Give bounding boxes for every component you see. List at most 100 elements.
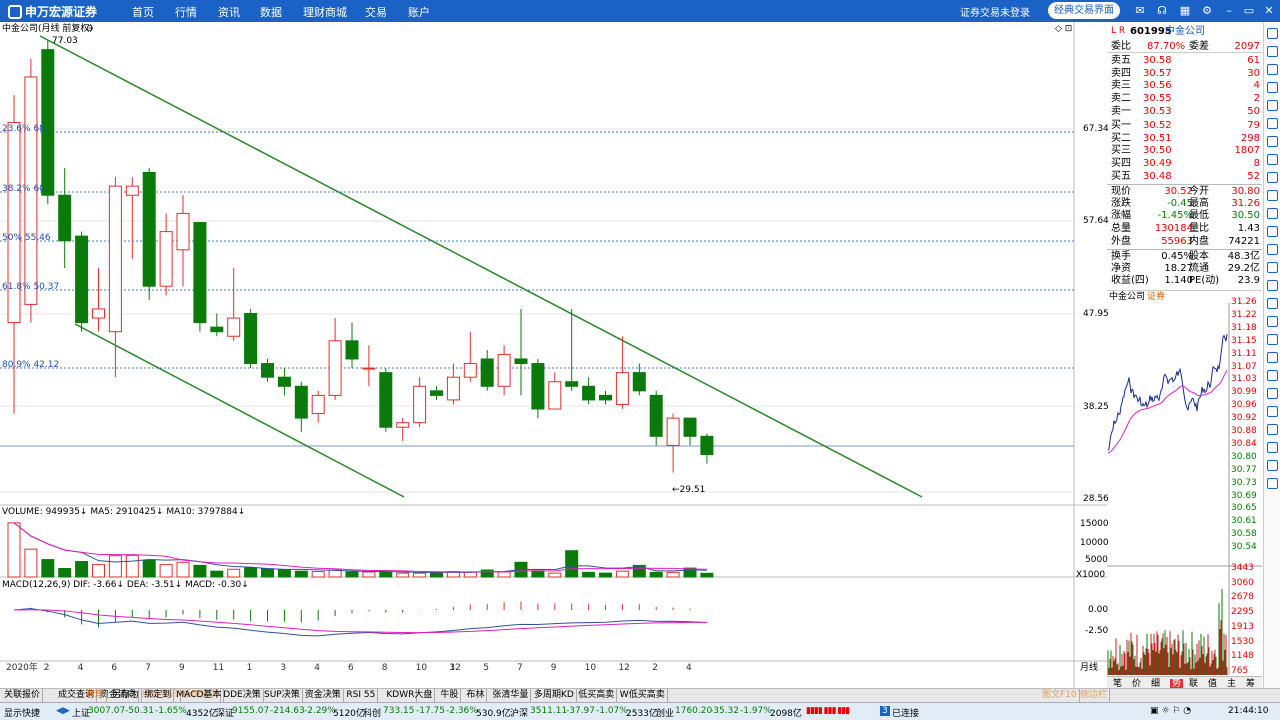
stat-row: 净资 18.27 流通 29.2亿 (1107, 262, 1262, 275)
volume-bar (548, 572, 562, 578)
nav-news[interactable]: 资讯 (218, 4, 240, 20)
candle-body (666, 417, 680, 446)
asks-row[interactable]: 卖二 30.55 2 (1107, 92, 1262, 105)
volume-bar (75, 561, 89, 578)
tool-icon[interactable] (1267, 460, 1278, 471)
tool-icon[interactable] (1267, 136, 1278, 147)
indicator-tab[interactable]: RSI 55 (344, 689, 379, 702)
indicator-tab[interactable]: 牛股 (438, 689, 462, 702)
gear-icon[interactable]: ⚙ (1200, 3, 1214, 18)
asks-row[interactable]: 卖三 30.56 4 (1107, 79, 1262, 92)
bottom-right-tab[interactable]: 侧边栏 (1078, 689, 1111, 702)
nav-data[interactable]: 数据 (260, 4, 282, 20)
indicator-tab[interactable]: 多周期KD (532, 689, 577, 702)
status-tray-icons[interactable]: ▣ ☼ ⚐ ◔ (1150, 706, 1191, 716)
indicator-tab[interactable]: 另存为 (110, 689, 143, 702)
tool-icon[interactable] (1267, 100, 1278, 111)
macd-tick-1: 0.00 (1088, 605, 1109, 615)
maximize-icon[interactable]: ▭ (1242, 3, 1256, 18)
mini-price-line (1107, 334, 1228, 451)
tool-icon[interactable] (1267, 118, 1278, 129)
tool-icon[interactable] (1267, 334, 1278, 345)
tool-icon[interactable] (1267, 352, 1278, 363)
indicator-tab[interactable]: W低买高卖 (618, 689, 668, 702)
tool-icon[interactable] (1267, 190, 1278, 201)
minimize-icon[interactable]: – (1222, 3, 1236, 18)
top-menu-bar: 申万宏源证券 首页 行情 资讯 数据 理财商城 交易 账户 证券交易未登录 经典… (0, 0, 1280, 22)
tool-icon[interactable] (1267, 208, 1278, 219)
indicator-tab[interactable]: SUP决策 (262, 689, 303, 702)
indicator-tab[interactable]: 张清华量 (490, 689, 532, 702)
mini-price-tick: 31.11 (1231, 348, 1257, 359)
indicator-tab[interactable]: 管理 (84, 689, 108, 702)
mini-price-tick: 30.92 (1231, 413, 1257, 424)
indicator-tab[interactable]: 布林 (464, 689, 488, 702)
nav-market[interactable]: 行情 (175, 4, 197, 20)
tool-icon[interactable] (1267, 154, 1278, 165)
volume-bar (142, 559, 156, 578)
tool-icon[interactable] (1267, 280, 1278, 291)
bids-row[interactable]: 买一 30.52 79 (1107, 119, 1262, 132)
close-icon[interactable]: ✕ (1262, 3, 1276, 18)
intraday-mini-chart[interactable]: 中金公司 证券 31.26 31.22 31.18 31.15 31.11 31.07 31… (1107, 290, 1262, 691)
tool-icon[interactable] (1267, 262, 1278, 273)
bids-row[interactable]: 买四 30.49 8 (1107, 157, 1262, 170)
tool-icon[interactable] (1267, 406, 1278, 417)
volume-bar (413, 572, 427, 578)
nav-wealth-mall[interactable]: 理财商城 (303, 4, 347, 20)
bids-row[interactable]: 买五 30.48 52 (1107, 170, 1262, 183)
indicator-tab[interactable]: 资金决策 (303, 689, 344, 702)
tool-icon[interactable] (1267, 82, 1278, 93)
nav-trade[interactable]: 交易 (365, 4, 387, 20)
tool-icon[interactable] (1267, 442, 1278, 453)
grid-icon[interactable]: ▦ (1178, 3, 1192, 18)
asks-row[interactable]: 卖五 30.58 61 (1107, 54, 1262, 67)
chart-settings-icon[interactable]: ⊝ (86, 24, 94, 34)
asks-row[interactable]: 卖四 30.57 30 (1107, 67, 1262, 80)
tool-icon[interactable] (1267, 424, 1278, 435)
indicator-tab[interactable]: DDE决策 (221, 689, 264, 702)
tool-icon[interactable] (1267, 370, 1278, 381)
mini-price-tick: 30.69 (1231, 490, 1257, 501)
bottom-right-tab[interactable]: 图文F10 (1040, 689, 1080, 702)
tool-icon[interactable] (1267, 316, 1278, 327)
tool-icon[interactable] (1267, 226, 1278, 237)
volume-bar (311, 571, 325, 578)
indicator-tab[interactable]: MACD基本 (174, 689, 225, 702)
quick-display-toggle[interactable]: 显示快捷 (4, 706, 40, 719)
tool-icon[interactable] (1267, 478, 1278, 489)
period-label[interactable]: 月线 (1080, 663, 1098, 673)
tool-icon[interactable] (1267, 388, 1278, 399)
tool-icon[interactable] (1267, 244, 1278, 255)
message-icon[interactable]: ✉ (1133, 3, 1147, 18)
fib-label-618: 61.8% 50.37 (2, 282, 60, 292)
tool-icon[interactable] (1267, 28, 1278, 39)
nav-account[interactable]: 账户 (408, 4, 430, 20)
bottom-left-tab[interactable]: 关联报价 (2, 689, 44, 702)
nav-home[interactable]: 首页 (132, 4, 154, 20)
asks-row[interactable]: 卖一 30.53 50 (1107, 105, 1262, 118)
chart-tool-icon[interactable]: ◇ ⊡ (1055, 24, 1072, 34)
tool-icon[interactable] (1267, 298, 1278, 309)
index-arrows-icon[interactable]: ◀▶ (56, 706, 70, 716)
headset-icon[interactable]: ☊ (1155, 3, 1169, 18)
volume-legend: VOLUME: 949935↓ MA5: 2910425↓ MA10: 3797… (2, 507, 246, 517)
login-status[interactable]: 证券交易未登录 (960, 4, 1030, 19)
tool-icon[interactable] (1267, 64, 1278, 75)
bids-row[interactable]: 买三 30.50 1807 (1107, 144, 1262, 157)
indicator-tab[interactable]: 大盘 (412, 689, 436, 702)
classic-trade-button[interactable]: 经典交易界面 (1048, 2, 1120, 19)
indicator-tab[interactable]: 绑定到 (142, 689, 175, 702)
candle-body (311, 394, 325, 415)
indicator-tab[interactable]: 低买高卖 (576, 689, 618, 702)
mini-price-tick: 30.88 (1231, 426, 1257, 436)
stat-value: -1.45% (1157, 210, 1193, 222)
high-price-label: 77.03 (52, 36, 78, 46)
candle-body (176, 212, 190, 251)
tool-icon[interactable] (1267, 46, 1278, 57)
mini-volume-tick: 2295 (1231, 607, 1254, 618)
stat-value: 31.26 (1231, 197, 1260, 209)
bids-row[interactable]: 买二 30.51 298 (1107, 132, 1262, 145)
tool-icon[interactable] (1267, 172, 1278, 183)
stat-value: 1.43 (1237, 223, 1260, 235)
